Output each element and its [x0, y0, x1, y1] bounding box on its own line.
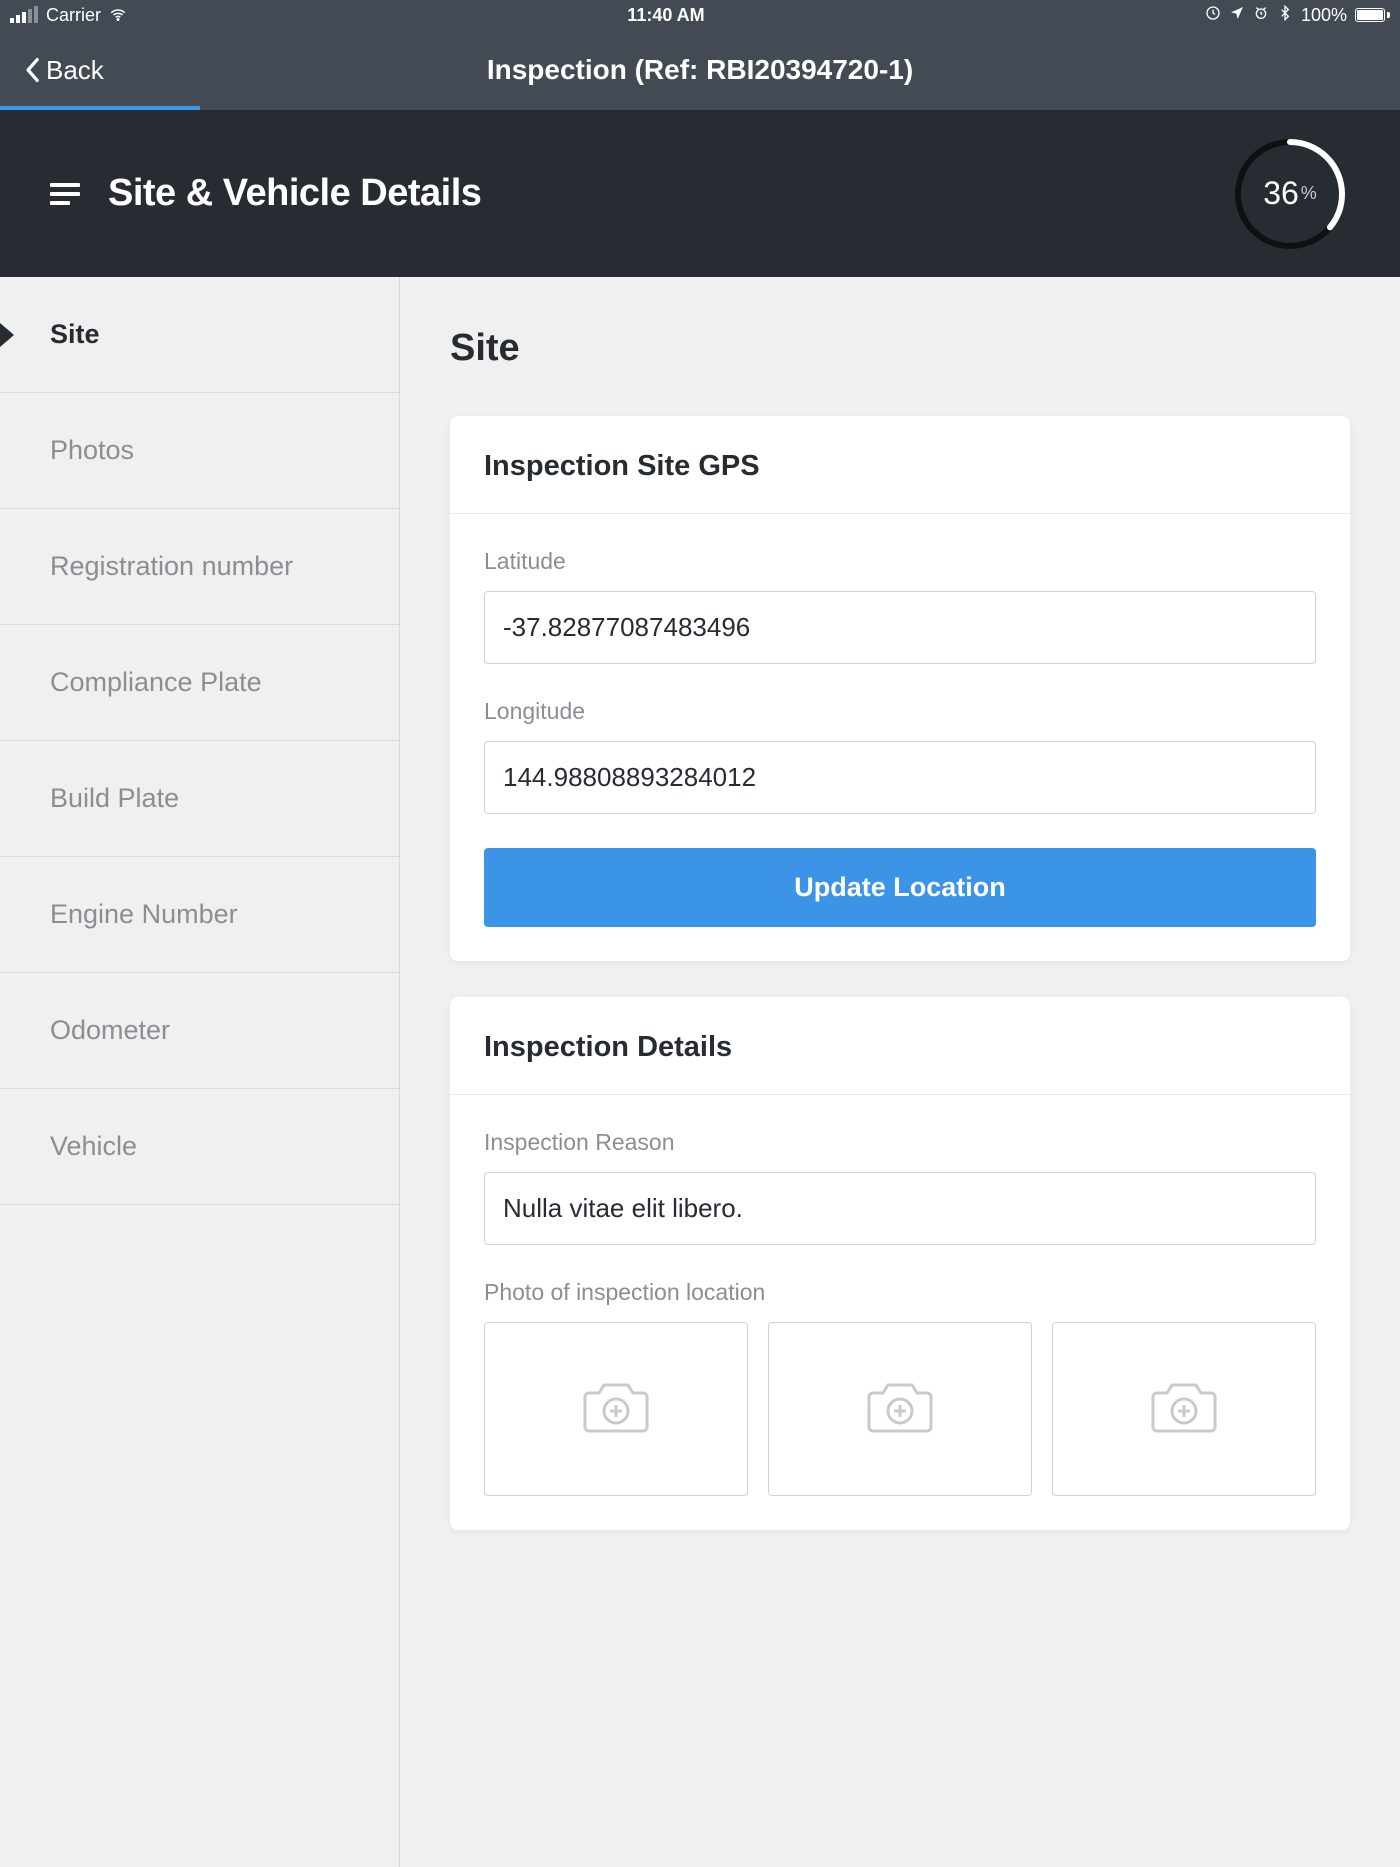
sidebar-item-build[interactable]: Build Plate: [0, 741, 399, 857]
section-title: Site & Vehicle Details: [108, 172, 481, 215]
progress-percent-sign: %: [1301, 183, 1317, 204]
update-location-button[interactable]: Update Location: [484, 848, 1316, 927]
latitude-input[interactable]: [484, 591, 1316, 664]
sync-icon: [1205, 5, 1221, 26]
battery-percent: 100%: [1301, 5, 1347, 26]
camera-add-icon: [1149, 1377, 1219, 1442]
menu-icon[interactable]: [50, 183, 80, 205]
content-title: Site: [450, 327, 1350, 370]
camera-add-icon: [865, 1377, 935, 1442]
details-card-header: Inspection Details: [450, 997, 1350, 1095]
nav-title: Inspection (Ref: RBI20394720-1): [487, 54, 913, 86]
camera-add-icon: [581, 1377, 651, 1442]
chevron-left-icon: [24, 57, 40, 83]
sidebar-item-label: Build Plate: [50, 783, 179, 814]
photo-grid: [484, 1322, 1316, 1496]
nav-header: Back Inspection (Ref: RBI20394720-1): [0, 30, 1400, 110]
gps-card-header: Inspection Site GPS: [450, 416, 1350, 514]
sidebar-item-label: Odometer: [50, 1015, 170, 1046]
battery-icon: [1355, 8, 1390, 22]
sidebar-item-compliance[interactable]: Compliance Plate: [0, 625, 399, 741]
progress-value: 36: [1263, 175, 1299, 212]
sidebar-item-engine[interactable]: Engine Number: [0, 857, 399, 973]
progress-ring: 36%: [1230, 134, 1350, 254]
status-bar-time: 11:40 AM: [627, 5, 704, 26]
section-header: Site & Vehicle Details 36%: [0, 110, 1400, 277]
sidebar-item-label: Photos: [50, 435, 134, 466]
sidebar-item-registration[interactable]: Registration number: [0, 509, 399, 625]
sidebar-item-odometer[interactable]: Odometer: [0, 973, 399, 1089]
content-pane: Site Inspection Site GPS Latitude Longit…: [400, 277, 1400, 1867]
sidebar-item-label: Site: [50, 319, 100, 350]
status-bar-left: Carrier: [10, 5, 127, 26]
gps-card: Inspection Site GPS Latitude Longitude U…: [450, 416, 1350, 961]
bluetooth-icon: [1277, 5, 1293, 26]
reason-input[interactable]: [484, 1172, 1316, 1245]
photo-slot-1[interactable]: [484, 1322, 748, 1496]
alarm-icon: [1253, 5, 1269, 26]
sidebar-item-photos[interactable]: Photos: [0, 393, 399, 509]
sidebar-item-label: Vehicle: [50, 1131, 137, 1162]
progress-underline: [0, 106, 200, 110]
ios-status-bar: Carrier 11:40 AM 100%: [0, 0, 1400, 30]
sidebar-item-site[interactable]: Site: [0, 277, 399, 393]
latitude-label: Latitude: [484, 548, 1316, 575]
location-icon: [1229, 5, 1245, 26]
reason-label: Inspection Reason: [484, 1129, 1316, 1156]
photo-slot-2[interactable]: [768, 1322, 1032, 1496]
details-card: Inspection Details Inspection Reason Pho…: [450, 997, 1350, 1530]
carrier-label: Carrier: [46, 5, 101, 26]
sidebar-item-label: Engine Number: [50, 899, 238, 930]
signal-icon: [10, 7, 38, 23]
photo-location-label: Photo of inspection location: [484, 1279, 1316, 1306]
sidebar-item-label: Compliance Plate: [50, 667, 262, 698]
sidebar: Site Photos Registration number Complian…: [0, 277, 400, 1867]
back-button[interactable]: Back: [24, 55, 104, 86]
sidebar-item-vehicle[interactable]: Vehicle: [0, 1089, 399, 1205]
longitude-input[interactable]: [484, 741, 1316, 814]
wifi-icon: [109, 6, 127, 24]
sidebar-item-label: Registration number: [50, 551, 293, 582]
back-label: Back: [46, 55, 104, 86]
status-bar-right: 100%: [1205, 5, 1390, 26]
photo-slot-3[interactable]: [1052, 1322, 1316, 1496]
longitude-label: Longitude: [484, 698, 1316, 725]
